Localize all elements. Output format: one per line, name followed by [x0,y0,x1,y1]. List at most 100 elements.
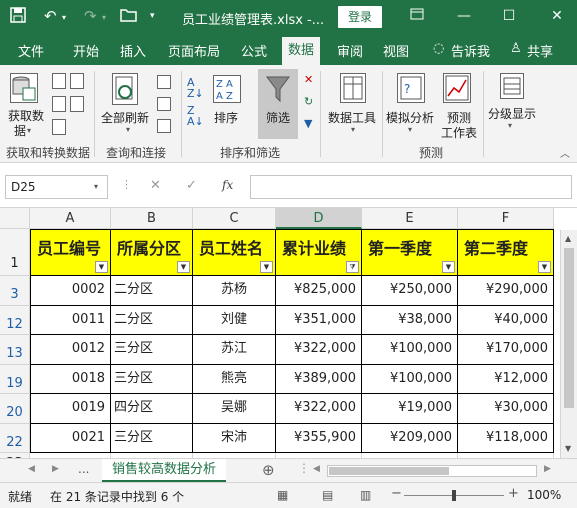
table-cell[interactable]: ¥351,000 [276,305,362,335]
table-cell[interactable]: ¥825,000 [276,276,362,306]
row-header[interactable]: 13 [0,335,30,365]
table-cell[interactable]: 宋沛 [193,423,276,453]
sort-az-icon[interactable]: A Z↓ [187,77,204,99]
table-cell[interactable]: 吴娜 [193,394,276,424]
column-header[interactable]: E [362,208,458,229]
table-cell[interactable]: 苏江 [193,335,276,365]
table-cell[interactable]: 0021 [30,423,111,453]
table-cell[interactable]: 三分区 [111,364,193,394]
table-cell[interactable]: ¥38,000 [362,305,458,335]
horizontal-scrollbar[interactable] [327,465,537,477]
outline-icon[interactable] [500,73,524,99]
tab-review[interactable]: 审阅 [337,41,363,60]
row-header[interactable]: 1 [0,229,30,276]
table-cell[interactable]: 三分区 [111,423,193,453]
login-button[interactable]: 登录 [338,6,382,28]
zoom-slider-thumb[interactable] [452,490,456,501]
page-break-view-icon[interactable]: ▥ [360,488,371,502]
redo-icon[interactable]: ↷ [84,7,97,25]
column-header[interactable]: D [276,208,362,229]
what-if-analysis-button[interactable]: 模拟分析 [386,109,434,126]
table-cell[interactable]: ¥30,000 [458,394,554,424]
table-cell[interactable]: ¥290,000 [458,276,554,306]
existing-connections-icon[interactable] [52,119,66,135]
chevron-down-icon[interactable]: ▾ [126,125,130,134]
table-cell[interactable]: 熊亮 [193,364,276,394]
tab-page-layout[interactable]: 页面布局 [168,41,220,60]
table-cell[interactable]: ¥100,000 [362,364,458,394]
clear-filter-icon[interactable]: ✕ [304,73,313,86]
sort-button[interactable]: 排序 [214,109,238,126]
table-cell[interactable]: ¥322,000 [276,394,362,424]
chevron-down-icon[interactable]: ▾ [408,125,412,134]
scroll-right-icon[interactable]: ▶ [544,464,551,474]
close-icon[interactable]: ✕ [545,6,569,26]
chevron-down-icon[interactable]: ▾ [351,125,355,134]
table-cell[interactable]: 三分区 [111,335,193,365]
advanced-filter-icon[interactable]: ▼ [304,117,312,130]
table-cell[interactable]: ¥118,000 [458,423,554,453]
queries-connections-icon[interactable] [157,75,171,89]
table-cell[interactable]: ¥100,000 [362,335,458,365]
get-data-icon[interactable] [10,73,38,103]
forecast-sheet-label-2[interactable]: 工作表 [441,124,477,141]
reapply-icon[interactable]: ↻ [304,95,313,108]
table-cell[interactable]: 苏杨 [193,276,276,306]
row-header[interactable]: 22 [0,423,30,453]
column-header[interactable]: C [193,208,276,229]
tell-me-search[interactable]: 告诉我 [451,41,490,60]
get-data-label-2[interactable]: 据 [14,122,26,139]
edit-links-icon[interactable] [157,119,171,133]
scroll-down-icon[interactable]: ▼ [565,444,571,453]
properties-icon[interactable] [157,97,171,111]
tab-home[interactable]: 开始 [73,41,99,60]
sort-za-icon[interactable]: Z A↓ [187,105,204,127]
add-sheet-icon[interactable]: ⊕ [262,461,275,479]
tab-data[interactable]: 数据 [282,37,321,65]
table-cell[interactable]: 刘健 [193,305,276,335]
vertical-scrollbar[interactable]: ▲ ▼ [560,230,577,458]
table-cell[interactable]: ¥209,000 [362,423,458,453]
filter-dropdown-icon[interactable]: ⧩ [346,261,359,273]
row-header[interactable]: 20 [0,394,30,424]
what-if-analysis-icon[interactable]: ? [397,73,425,103]
data-tools-icon[interactable] [340,73,366,103]
chevron-down-icon[interactable]: ▾ [508,121,512,130]
row-header[interactable]: 12 [0,305,30,335]
from-web-icon[interactable] [70,73,84,89]
table-cell[interactable]: ¥355,900 [276,423,362,453]
ribbon-display-icon[interactable] [405,6,429,26]
zoom-level[interactable]: 100% [527,488,561,502]
table-cell[interactable]: 0012 [30,335,111,365]
normal-view-icon[interactable]: ▦ [277,488,288,502]
tab-file[interactable]: 文件 [18,41,44,60]
table-cell[interactable]: ¥40,000 [458,305,554,335]
scroll-thumb[interactable] [564,248,574,408]
table-cell[interactable]: 0011 [30,305,111,335]
zoom-in-icon[interactable]: + [508,486,519,501]
page-layout-view-icon[interactable]: ▤ [322,488,333,502]
maximize-icon[interactable]: ☐ [497,6,521,26]
table-cell[interactable]: 0019 [30,394,111,424]
next-sheet-icon[interactable]: ▶ [52,464,59,474]
outline-button[interactable]: 分级显示 [488,105,536,122]
refresh-all-button[interactable]: 全部刷新 [101,109,149,126]
table-cell[interactable]: 二分区 [111,276,193,306]
table-cell[interactable]: 0002 [30,276,111,306]
name-box[interactable]: D25 [5,175,108,199]
cancel-icon[interactable]: ✕ [150,178,161,193]
horizontal-scroll-thumb[interactable] [329,467,449,475]
redo-dropdown-icon[interactable]: ▾ [102,13,106,22]
filter-button[interactable]: 筛选 [266,109,290,126]
refresh-all-icon[interactable] [112,73,138,105]
scroll-up-icon[interactable]: ▲ [565,234,571,243]
zoom-out-icon[interactable]: − [391,486,402,501]
from-table-icon[interactable] [52,96,66,112]
row-header[interactable]: 19 [0,364,30,394]
enter-icon[interactable]: ✓ [186,178,197,193]
chevron-down-icon[interactable]: ▾ [27,126,31,135]
table-cell[interactable]: 0018 [30,364,111,394]
table-cell[interactable]: ¥250,000 [362,276,458,306]
share-button[interactable]: 共享 [527,41,553,60]
filter-icon[interactable] [266,75,290,106]
